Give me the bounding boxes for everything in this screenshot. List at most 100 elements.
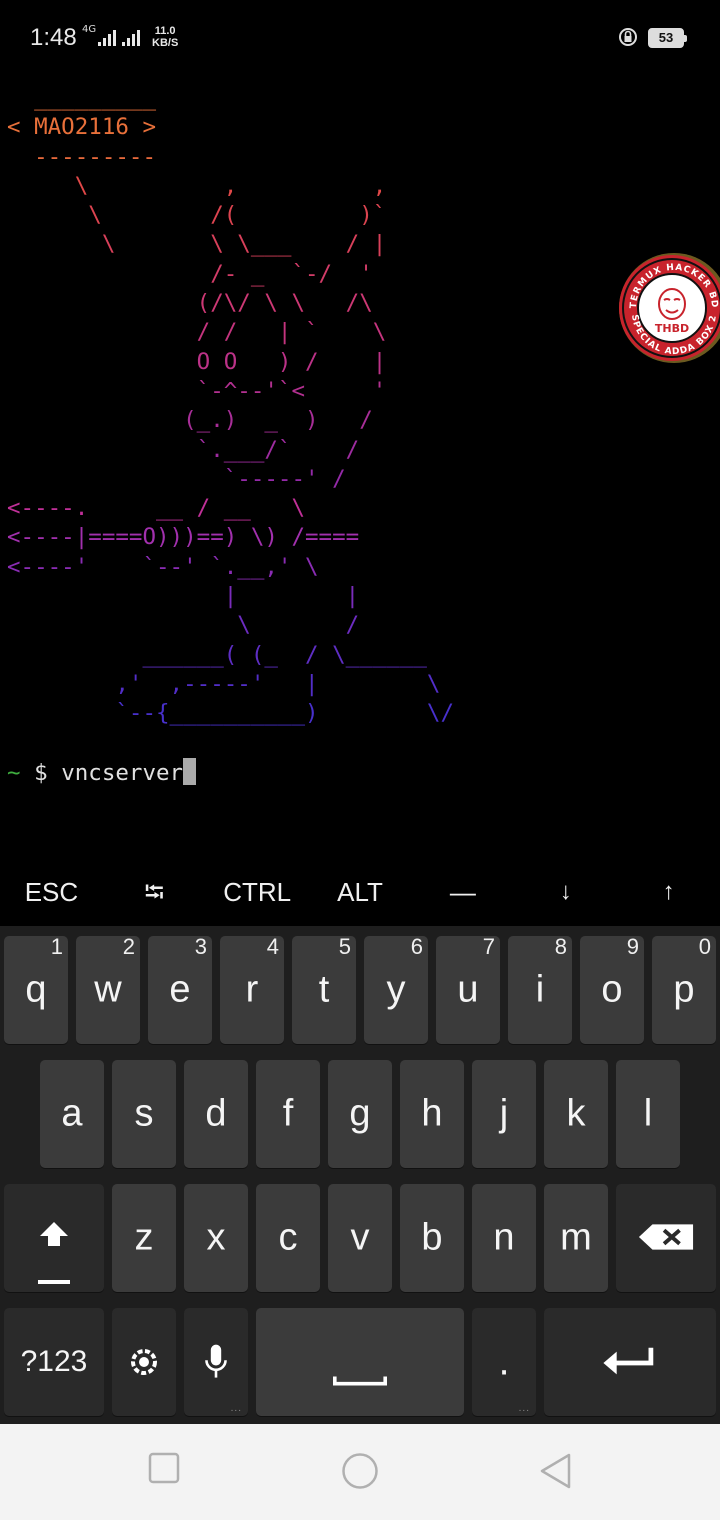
ascii-art-line: | | [7,583,360,610]
badge-center-text: THBD [655,322,689,335]
symbols-key[interactable]: ?123 [4,1308,104,1416]
ascii-art-line: `.___/` / [7,436,360,463]
key-a[interactable]: a [40,1060,104,1168]
ascii-art-line: --------- [7,143,157,170]
ascii-art-line: \ / [7,612,360,639]
key-label: a [61,1092,83,1135]
key-number-hint: 5 [338,934,351,959]
settings-key[interactable] [112,1308,176,1416]
key-f[interactable]: f [256,1060,320,1168]
ctrl-key[interactable]: CTRL [206,862,309,924]
esc-key[interactable]: ESC [0,862,103,924]
navigation-bar [0,1424,720,1520]
backspace-key[interactable] [616,1184,716,1292]
key-x[interactable]: x [184,1184,248,1292]
key-m[interactable]: m [544,1184,608,1292]
key-label: d [205,1092,227,1135]
back-icon[interactable] [538,1452,572,1490]
ascii-art-line: <----. __ / __ \ [7,495,306,522]
key-b[interactable]: b [400,1184,464,1292]
status-bar: 1:48 4G 11.0 KB/S 53 [0,0,720,76]
key-e[interactable]: e3 [148,934,212,1044]
voice-input-key[interactable]: ... [184,1308,248,1416]
dash-key[interactable]: — [411,862,514,924]
key-label: t [318,968,330,1011]
settings-icon [131,1349,157,1375]
key-t[interactable]: t5 [292,934,356,1044]
prompt-home: ~ [7,760,21,786]
key-label: z [134,1216,154,1259]
microphone-icon [205,1344,227,1378]
period-key[interactable]: . ... [472,1308,536,1416]
ascii-art-line: ,' ,-----' | \ [7,670,441,697]
key-i[interactable]: i8 [508,934,572,1044]
space-icon [333,1376,387,1386]
home-icon[interactable] [341,1452,379,1490]
key-q[interactable]: q1 [4,934,68,1044]
backspace-icon [638,1224,694,1250]
key-label: e [169,968,191,1011]
ascii-art-line: (_.) _ ) / [7,407,373,434]
command-prompt[interactable]: ~ $ vncserver [7,758,197,786]
arrow-up-key[interactable]: ↑ [617,862,720,924]
floating-badge-icon[interactable]: TERMUX HACKER BD SPECIAL ADDA BOX 2 THBD [618,250,720,372]
key-number-hint: 4 [266,934,279,959]
key-v[interactable]: v [328,1184,392,1292]
rotation-lock-icon [619,28,637,46]
recent-apps-icon[interactable] [148,1452,180,1484]
ascii-art-line: _________ [7,85,157,111]
ascii-art-line: /- _ `-/ ' [7,260,373,287]
key-label: u [457,968,479,1011]
key-j[interactable]: j [472,1060,536,1168]
key-label: i [535,968,545,1011]
key-label: k [566,1092,586,1135]
network-type-label: 4G [82,24,97,35]
key-number-hint: 6 [410,934,423,959]
arrow-down-key[interactable]: ↓ [514,862,617,924]
key-r[interactable]: r4 [220,934,284,1044]
ascii-art-line: `-----' / [7,465,346,492]
key-y[interactable]: y6 [364,934,428,1044]
key-z[interactable]: z [112,1184,176,1292]
ascii-art-line: `--{__________) \/ [7,700,455,727]
key-c[interactable]: c [256,1184,320,1292]
alt-key[interactable]: ALT [309,862,412,924]
key-n[interactable]: n [472,1184,536,1292]
ascii-art-line: ______( (_ / \______ [7,641,427,668]
key-label: v [350,1216,370,1259]
enter-icon [603,1347,654,1375]
key-h[interactable]: h [400,1060,464,1168]
tab-key[interactable]: ⭾ [103,862,206,924]
key-s[interactable]: s [112,1060,176,1168]
network-speed: 11.0 KB/S [152,25,179,49]
key-o[interactable]: o9 [580,934,644,1044]
key-p[interactable]: p0 [652,934,716,1044]
shift-key[interactable] [4,1184,104,1292]
ascii-art-line: <----|====O)))==) \) /==== [7,524,360,551]
key-u[interactable]: u7 [436,934,500,1044]
key-w[interactable]: w2 [76,934,140,1044]
ascii-art-line: `-^--'`< ' [7,377,387,404]
key-label: x [206,1216,226,1259]
ascii-art-line: \ , , [7,172,387,199]
ascii-art-line: < MAO2116 > [7,114,157,141]
key-l[interactable]: l [616,1060,680,1168]
space-key[interactable] [256,1308,464,1416]
key-k[interactable]: k [544,1060,608,1168]
key-label: p [673,968,695,1011]
key-number-hint: 3 [194,934,207,959]
signal-icon-secondary [122,28,140,46]
key-label: y [386,968,406,1011]
key-label: q [25,968,47,1011]
key-label: s [134,1092,154,1135]
terminal-view[interactable]: _________ < MAO2116 > --------- \ , , \ /… [0,76,720,856]
key-label: h [421,1092,443,1135]
key-d[interactable]: d [184,1060,248,1168]
ascii-art-line: O O ) / | [7,348,387,375]
enter-key[interactable] [544,1308,716,1416]
key-number-hint: 1 [50,934,63,959]
key-number-hint: 0 [698,934,711,959]
key-g[interactable]: g [328,1060,392,1168]
key-label: j [499,1092,509,1135]
key-label: b [421,1216,443,1259]
